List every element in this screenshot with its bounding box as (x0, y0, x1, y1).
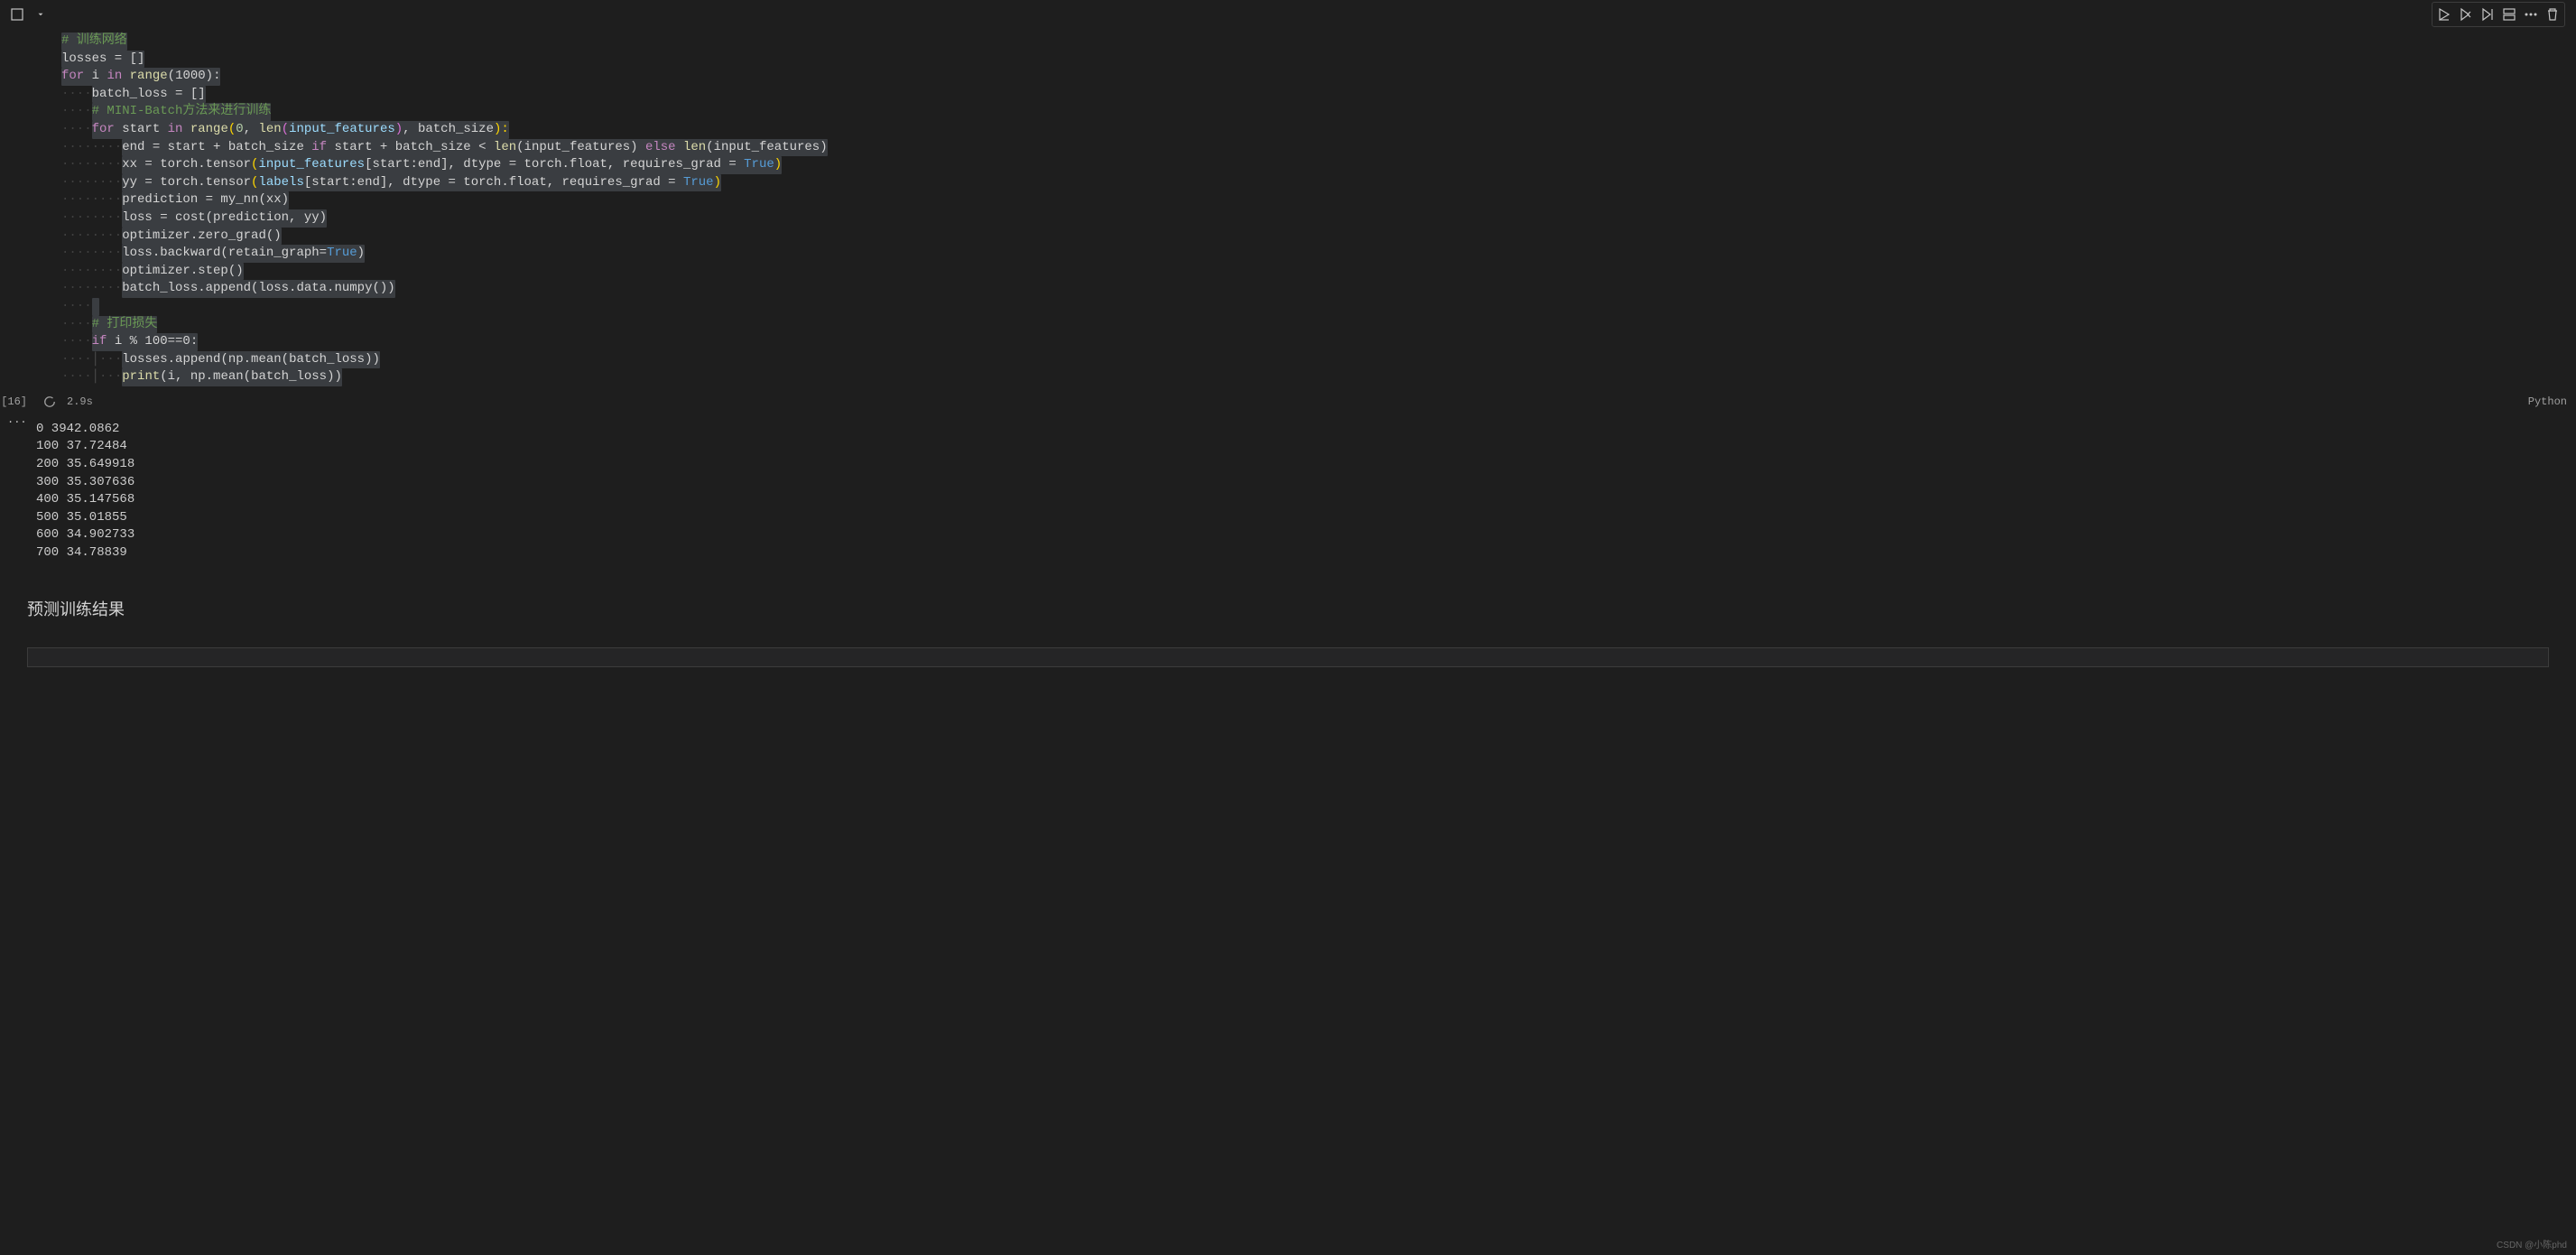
toolbar-left (7, 5, 51, 24)
code-text: batch_loss = [] (92, 87, 206, 101)
delete-cell-icon[interactable] (2543, 5, 2562, 24)
output-line: 0 3942.0862 (36, 421, 2576, 439)
execution-info-bar: [16] 2.9s Python (0, 390, 2576, 414)
window-icon[interactable] (7, 5, 27, 24)
code-text: optimizer.zero_grad() (122, 228, 281, 243)
execution-time: 2.9s (67, 395, 93, 408)
comment: # 训练网络 (61, 33, 127, 48)
keyword: for (61, 69, 84, 83)
code-cell[interactable]: # 训练网络 losses = [] for i in range(1000):… (36, 29, 2576, 390)
output-wrapper: ... 0 3942.0862 100 37.72484 200 35.6499… (0, 414, 2576, 570)
code-text: batch_loss.append(loss.data.numpy()) (122, 281, 394, 295)
markdown-cell[interactable]: 预测训练结果 (0, 570, 2576, 638)
output-line: 100 37.72484 (36, 438, 2576, 456)
next-code-cell[interactable] (27, 647, 2549, 667)
output-area: 0 3942.0862 100 37.72484 200 35.649918 3… (0, 414, 2576, 570)
execute-cell-icon[interactable] (2456, 5, 2476, 24)
code-text: optimizer.step() (122, 264, 243, 278)
output-line: 700 34.78839 (36, 544, 2576, 562)
markdown-heading: 预测训练结果 (27, 597, 2549, 620)
output-line: 300 35.307636 (36, 474, 2576, 492)
code-text: losses = [] (61, 51, 144, 66)
run-by-line-icon[interactable] (2434, 5, 2454, 24)
output-line: 600 34.902733 (36, 526, 2576, 544)
comment: # 打印损失 (92, 317, 158, 331)
chevron-down-icon[interactable] (31, 5, 51, 24)
output-line: 400 35.147568 (36, 491, 2576, 509)
output-line: 500 35.01855 (36, 509, 2576, 527)
code-editor[interactable]: # 训练网络 losses = [] for i in range(1000):… (36, 29, 2576, 390)
cell-toolbar (0, 0, 2576, 29)
output-line: 200 35.649918 (36, 456, 2576, 474)
more-actions-icon[interactable] (2521, 5, 2541, 24)
code-text: prediction = my_nn(xx) (122, 192, 289, 207)
output-collapse-toggle[interactable]: ... (7, 414, 27, 426)
split-cell-icon[interactable] (2499, 5, 2519, 24)
toolbar-right (2432, 2, 2565, 27)
code-text: loss = cost(prediction, yy) (122, 210, 327, 225)
execution-count: [16] (0, 395, 36, 408)
spinner-icon (43, 395, 56, 408)
notebook-container: # 训练网络 losses = [] for i in range(1000):… (0, 0, 2576, 1255)
comment: # MINI-Batch方法来进行训练 (92, 104, 272, 118)
language-indicator[interactable]: Python (2528, 395, 2576, 408)
execute-above-icon[interactable] (2478, 5, 2497, 24)
watermark: CSDN @小陈phd (2497, 1237, 2567, 1250)
code-text: losses.append(np.mean(batch_loss)) (122, 352, 380, 367)
